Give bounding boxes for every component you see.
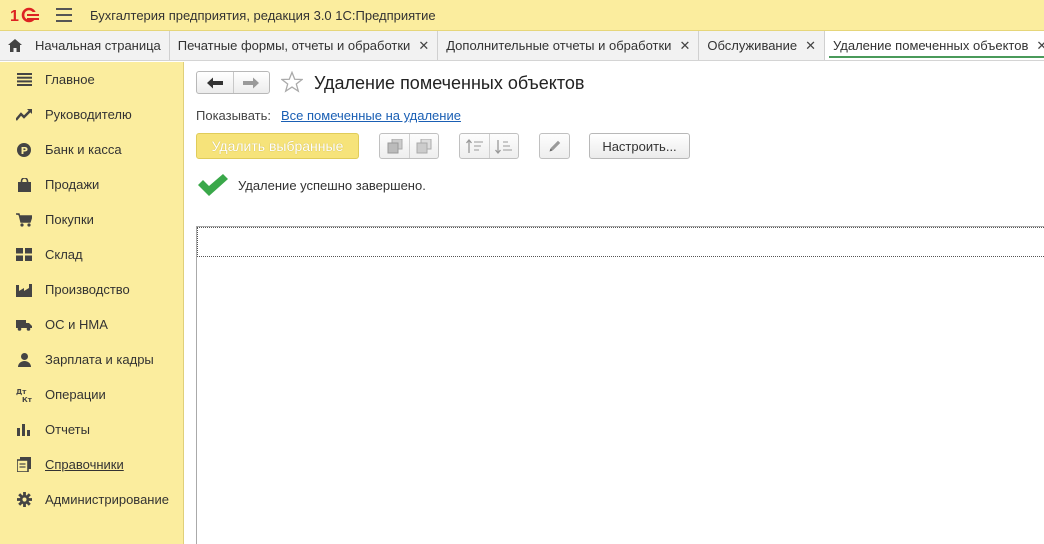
- sidebar-item-label: Операции: [45, 387, 106, 402]
- trend-icon: [16, 107, 32, 123]
- svg-text:P: P: [21, 146, 28, 157]
- 1c-logo-icon: 1: [10, 6, 42, 24]
- sort-button-group: [459, 133, 519, 159]
- sidebar-item-administration[interactable]: Администрирование: [0, 482, 183, 517]
- sidebar-item-production[interactable]: Производство: [0, 272, 183, 307]
- sort-ascending-icon: [465, 138, 483, 153]
- page-title: Удаление помеченных объектов: [314, 73, 585, 93]
- arrow-left-icon: [206, 77, 223, 88]
- sidebar-item-label: Зарплата и кадры: [45, 352, 154, 367]
- copy-button-group: [379, 133, 439, 159]
- sidebar-item-manager[interactable]: Руководителю: [0, 97, 183, 132]
- sidebar-item-bank[interactable]: P Банк и касса: [0, 132, 183, 167]
- svg-text:Кт: Кт: [22, 396, 32, 403]
- book-icon: [16, 457, 32, 473]
- gear-icon: [16, 492, 32, 508]
- sidebar-item-label: ОС и НМА: [45, 317, 108, 332]
- close-icon[interactable]: ✕: [418, 38, 429, 54]
- tab-delete-marked[interactable]: Удаление помеченных объектов ✕: [825, 31, 1044, 60]
- sidebar-item-label: Главное: [45, 72, 95, 87]
- sidebar-item-warehouse[interactable]: Склад: [0, 237, 183, 272]
- tab-label: Дополнительные отчеты и обработки: [446, 38, 672, 53]
- person-icon: [16, 352, 32, 368]
- tab-home[interactable]: Начальная страница: [0, 31, 170, 60]
- bag-icon: [16, 177, 32, 193]
- close-icon[interactable]: ✕: [1036, 38, 1044, 54]
- sidebar-item-references[interactable]: Справочники: [0, 447, 183, 482]
- cart-icon: [16, 212, 32, 228]
- setup-button[interactable]: Настроить...: [589, 133, 690, 159]
- sort-asc-button[interactable]: [460, 134, 489, 158]
- copy-unmark-button[interactable]: [409, 134, 438, 158]
- list-icon: [16, 72, 32, 88]
- table-row[interactable]: [197, 227, 1044, 257]
- dt-kt-icon: Дт Кт: [16, 387, 32, 403]
- sidebar: Главное Руководителю P Банк и касса Прод…: [0, 62, 184, 544]
- sidebar-item-purchases[interactable]: Покупки: [0, 202, 183, 237]
- sidebar-item-label: Продажи: [45, 177, 100, 192]
- sidebar-item-sales[interactable]: Продажи: [0, 167, 183, 202]
- stack-icon: [387, 138, 402, 153]
- sidebar-item-label: Покупки: [45, 212, 94, 227]
- svg-text:Дт: Дт: [16, 388, 27, 396]
- show-label: Показывать:: [196, 108, 271, 123]
- tab-label: Обслуживание: [707, 38, 798, 53]
- sort-desc-button[interactable]: [489, 134, 518, 158]
- bar-chart-icon: [16, 422, 32, 438]
- sidebar-item-label: Руководителю: [45, 107, 132, 122]
- show-filter-link[interactable]: Все помеченные на удаление: [281, 108, 461, 123]
- sidebar-item-label: Производство: [45, 282, 130, 297]
- factory-icon: [16, 282, 32, 298]
- tab-label: Печатные формы, отчеты и обработки: [177, 38, 411, 53]
- forward-button[interactable]: [232, 72, 270, 93]
- tab-maintenance[interactable]: Обслуживание ✕: [699, 31, 826, 60]
- status-message: Удаление успешно завершено.: [238, 178, 426, 193]
- sidebar-item-label: Банк и касса: [45, 142, 122, 157]
- svg-text:1: 1: [10, 8, 19, 23]
- tab-additional-reports[interactable]: Дополнительные отчеты и обработки ✕: [438, 31, 700, 60]
- sidebar-item-fixed-assets[interactable]: ОС и НМА: [0, 307, 183, 342]
- sidebar-item-label: Отчеты: [45, 422, 90, 437]
- title-bar: 1 Бухгалтерия предприятия, редакция 3.0 …: [0, 0, 1044, 31]
- sidebar-item-payroll[interactable]: Зарплата и кадры: [0, 342, 183, 377]
- edit-button[interactable]: [539, 133, 570, 159]
- warehouse-icon: [16, 247, 32, 263]
- tab-bar: Начальная страница Печатные формы, отчет…: [0, 31, 1044, 61]
- tab-print-forms[interactable]: Печатные формы, отчеты и обработки ✕: [170, 31, 439, 60]
- checkmark-icon: [198, 174, 228, 196]
- pencil-icon: [549, 140, 560, 152]
- tab-label: Удаление помеченных объектов: [833, 38, 1029, 53]
- arrow-right-icon: [243, 77, 260, 88]
- tab-label: Начальная страница: [35, 38, 161, 53]
- favorite-star-icon[interactable]: [281, 71, 303, 93]
- app-title: Бухгалтерия предприятия, редакция 3.0 1С…: [90, 7, 436, 23]
- sidebar-item-main[interactable]: Главное: [0, 62, 183, 97]
- delete-selected-button[interactable]: Удалить выбранные: [196, 133, 359, 159]
- main-content: Удаление помеченных объектов Показывать:…: [185, 62, 1044, 544]
- home-icon: [8, 39, 22, 52]
- sidebar-item-reports[interactable]: Отчеты: [0, 412, 183, 447]
- sidebar-item-label: Справочники: [45, 457, 124, 472]
- sort-descending-icon: [495, 139, 512, 154]
- main-menu-icon[interactable]: [56, 8, 72, 22]
- sidebar-item-label: Склад: [45, 247, 83, 262]
- truck-icon: [16, 317, 32, 333]
- close-icon[interactable]: ✕: [679, 38, 690, 54]
- history-nav: [196, 71, 270, 94]
- copy-mark-button[interactable]: [380, 134, 409, 158]
- sidebar-item-label: Администрирование: [45, 492, 169, 507]
- close-icon[interactable]: ✕: [805, 38, 816, 54]
- stack-icon: [416, 138, 432, 153]
- back-button[interactable]: [197, 72, 233, 93]
- sidebar-item-operations[interactable]: Дт Кт Операции: [0, 377, 183, 412]
- objects-table[interactable]: [196, 226, 1044, 544]
- ruble-icon: P: [16, 142, 32, 158]
